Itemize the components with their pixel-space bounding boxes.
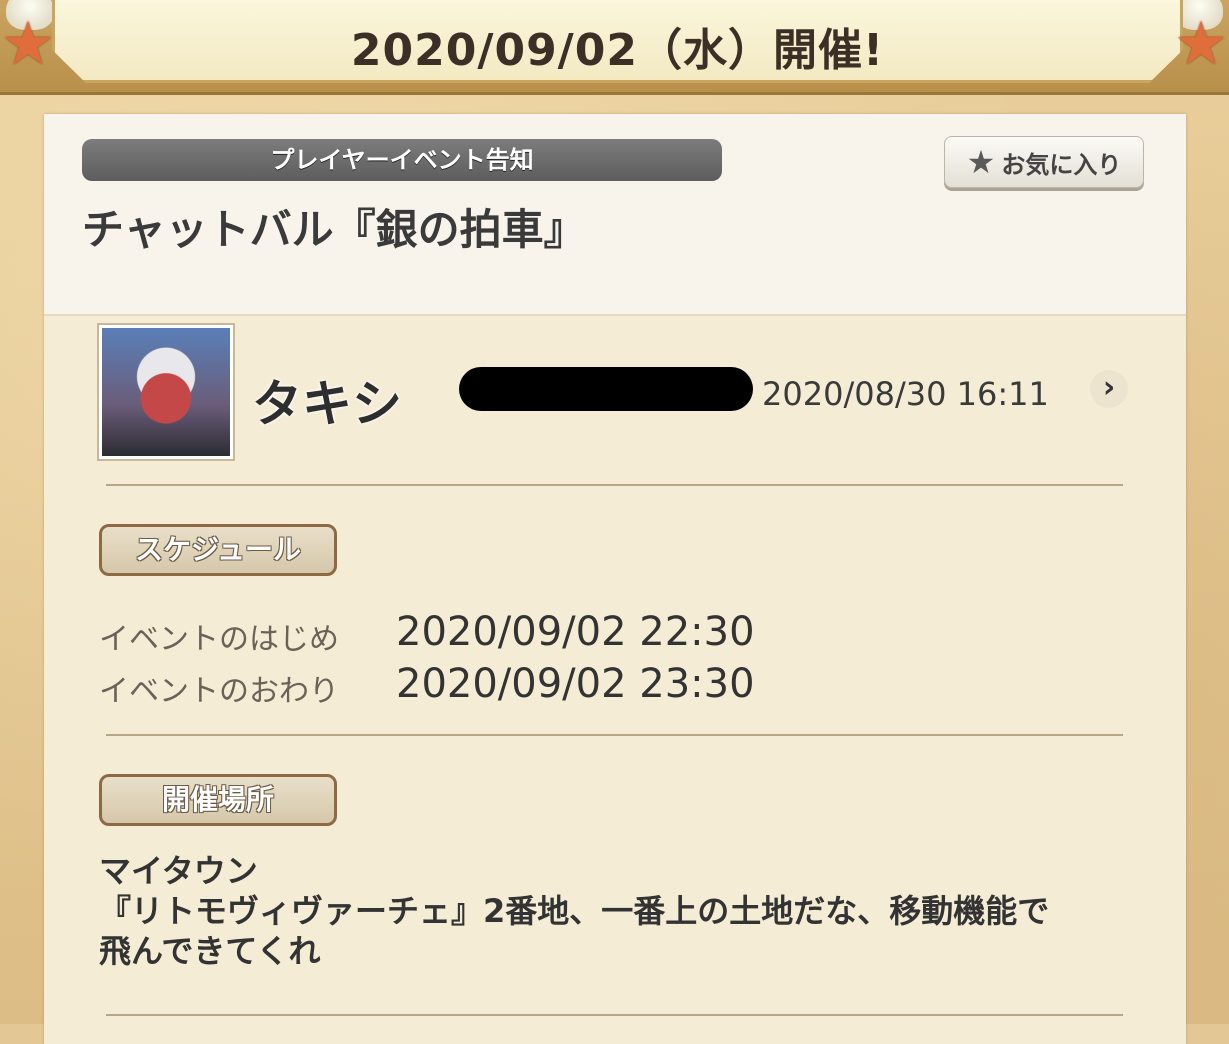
card-header: プレイヤーイベント告知 ★ お気に入り チャットバル『銀の拍車』 (44, 114, 1186, 316)
date-banner: 2020/09/02（水）開催! (52, 0, 1183, 83)
location-line: 飛んできてくれ (99, 932, 321, 970)
starfish-icon: ★ (1174, 9, 1228, 79)
favorite-label: お気に入り (1001, 150, 1122, 179)
favorite-button[interactable]: ★ お気に入り (944, 136, 1144, 188)
avatar[interactable] (97, 323, 235, 461)
location-text: マイタウン 『リトモヴィヴァーチェ』2番地、一番上の土地だな、移動機能で 飛んで… (99, 851, 1139, 971)
start-label: イベントのはじめ (99, 622, 339, 657)
starfish-icon: ★ (1, 9, 55, 79)
post-timestamp: 2020/08/30 16:11 (762, 375, 1049, 413)
category-badge: プレイヤーイベント告知 (82, 139, 722, 181)
end-label: イベントのおわり (99, 674, 339, 709)
schedule-section-label: スケジュール (99, 524, 337, 576)
location-line: マイタウン (99, 852, 258, 890)
location-section-label: 開催場所 (99, 774, 337, 826)
chevron-right-icon[interactable]: › (1090, 370, 1128, 408)
divider (106, 734, 1123, 736)
divider (106, 1014, 1123, 1016)
start-value: 2020/09/02 22:30 (396, 609, 755, 655)
event-title: チャットバル『銀の拍車』 (82, 205, 586, 254)
divider (106, 484, 1123, 486)
end-value: 2020/09/02 23:30 (396, 661, 755, 707)
location-line: 『リトモヴィヴァーチェ』2番地、一番上の土地だな、移動機能で (99, 892, 1050, 930)
star-icon: ★ (966, 143, 996, 181)
redaction-mark (459, 367, 753, 411)
event-card: プレイヤーイベント告知 ★ お気に入り チャットバル『銀の拍車』 タキシ 202… (44, 114, 1186, 1044)
author-name[interactable]: タキシ (252, 364, 402, 436)
banner-title: 2020/09/02（水）開催! (350, 25, 885, 76)
